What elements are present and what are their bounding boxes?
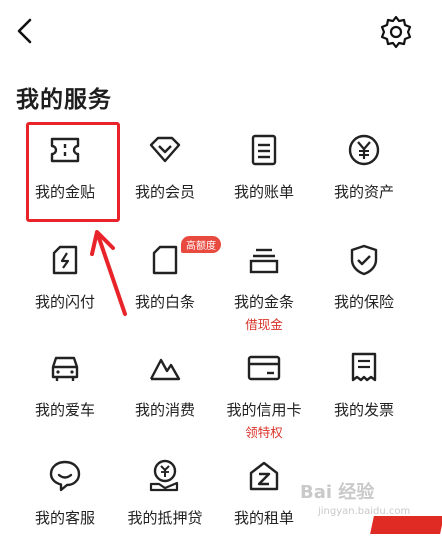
yen-circle-icon: [348, 134, 380, 166]
service-label: 我的账单: [233, 183, 294, 201]
service-label: 我的爱车: [34, 401, 95, 419]
credit-card-icon: [247, 355, 281, 381]
bill-icon: [251, 134, 277, 166]
service-label: 我的租单: [233, 509, 294, 527]
diamond-icon: [149, 136, 181, 163]
flash-card-icon: [52, 245, 78, 275]
service-label: 我的信用卡: [226, 401, 302, 419]
service-sublabel: 借现金: [245, 317, 283, 332]
shield-check-icon: [350, 244, 378, 276]
service-label: 我的资产: [333, 183, 394, 201]
service-item-bill[interactable]: 我的账单: [214, 126, 314, 226]
service-item-rent[interactable]: 我的租单: [214, 452, 314, 552]
service-item-member[interactable]: 我的会员: [115, 126, 215, 226]
section-title: 我的服务: [16, 87, 112, 113]
service-item-mortgage[interactable]: 我的抵押贷: [115, 452, 215, 552]
service-label: 我的抵押贷: [127, 509, 203, 527]
mountain-icon: [149, 358, 181, 381]
service-label: 我的发票: [333, 401, 394, 419]
service-sublabel: 领特权: [245, 425, 283, 440]
service-item-creditcard[interactable]: 我的信用卡 领特权: [214, 344, 314, 444]
watermark: Bai 经验: [300, 482, 375, 503]
service-label: 我的会员: [134, 183, 195, 201]
service-label: 我的消费: [134, 401, 195, 419]
service-label: 我的金条: [233, 293, 294, 311]
gear-icon[interactable]: [378, 14, 414, 50]
house-z-icon: [249, 461, 279, 491]
service-label: 我的保险: [333, 293, 394, 311]
baitiao-card-icon: [152, 245, 178, 275]
highlight-box: [26, 122, 120, 222]
service-item-consume[interactable]: 我的消费: [115, 344, 215, 444]
chat-bubble-icon: [49, 460, 81, 492]
service-item-car[interactable]: 我的爱车: [15, 344, 115, 444]
car-icon: [51, 356, 79, 381]
annotation-arrow: [90, 230, 127, 316]
red-envelope-corner: [370, 516, 442, 534]
service-item-jintiao[interactable]: 我的金条 借现金: [214, 236, 314, 336]
chevron-left-icon[interactable]: [10, 14, 40, 48]
stack-icon: [249, 248, 279, 274]
yen-hand-icon: [149, 459, 179, 492]
service-label: 我的客服: [34, 509, 95, 527]
top-bar: [0, 0, 442, 62]
service-item-insurance[interactable]: 我的保险: [314, 236, 414, 336]
service-item-assets[interactable]: 我的资产: [314, 126, 414, 226]
service-item-invoice[interactable]: 我的发票: [314, 344, 414, 444]
service-item-service[interactable]: 我的客服: [15, 452, 115, 552]
receipt-icon: [351, 352, 377, 382]
